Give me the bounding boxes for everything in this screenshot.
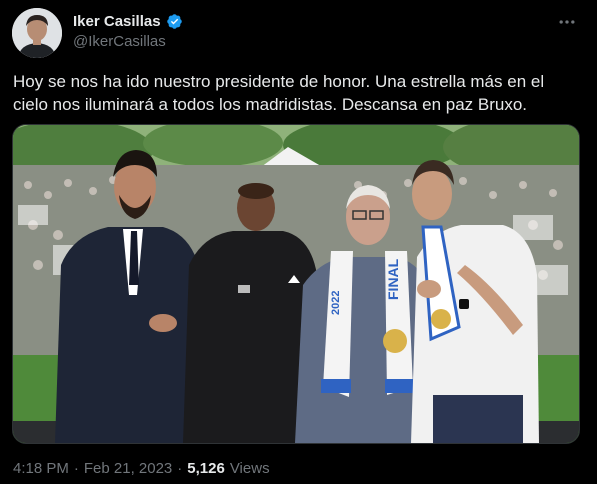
tweet-photo[interactable]: 2022 FINAL xyxy=(12,124,580,444)
tweet-text: Hoy se nos ha ido nuestro presidente de … xyxy=(13,72,545,114)
scarf-text-final: FINAL xyxy=(385,258,401,300)
views-count: 5,126 xyxy=(187,460,225,477)
tweet-card: Iker Casillas @IkerCasillas Hoy se nos h… xyxy=(0,0,597,484)
meta-separator: · xyxy=(177,460,183,477)
verified-badge-icon[interactable] xyxy=(166,13,183,30)
meta-separator: · xyxy=(73,460,79,477)
author-avatar[interactable] xyxy=(12,8,62,58)
author-display-name[interactable]: Iker Casillas xyxy=(73,13,161,30)
scarf-text-2022: 2022 xyxy=(330,291,342,315)
more-options-icon[interactable] xyxy=(555,10,579,34)
tweet-time[interactable]: 4:18 PM xyxy=(13,460,69,477)
tweet-date[interactable]: Feb 21, 2023 xyxy=(84,460,172,477)
author-info: Iker Casillas @IkerCasillas xyxy=(73,10,183,50)
views-label: Views xyxy=(229,460,270,477)
tweet-meta: 4:18 PM · Feb 21, 2023 · 5,126 Views xyxy=(13,460,270,477)
author-handle[interactable]: @IkerCasillas xyxy=(73,33,183,50)
